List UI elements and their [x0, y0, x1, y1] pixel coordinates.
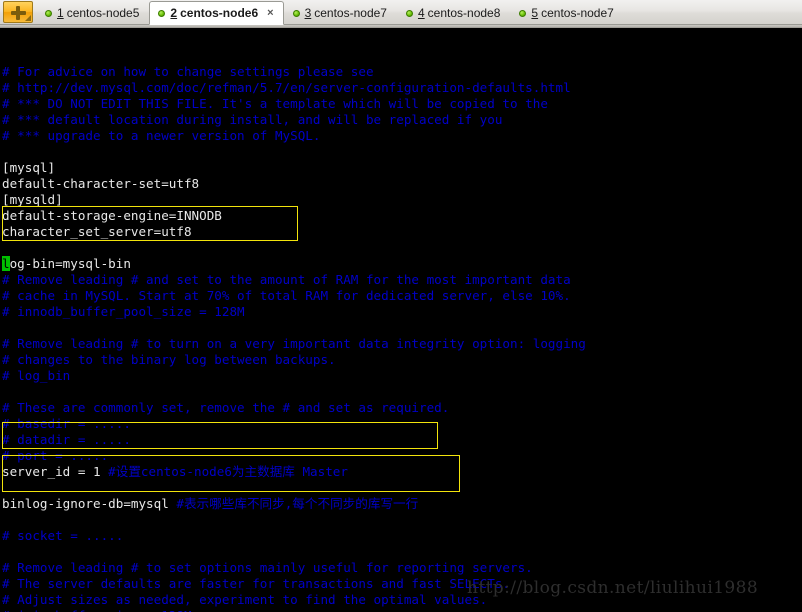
config-text: [mysqld] [2, 192, 63, 207]
terminal-line: # cache in MySQL. Start at 70% of total … [2, 288, 802, 304]
connection-status-dot-icon [292, 9, 300, 17]
tab-centos-node7-3[interactable]: 3 centos-node7 [284, 1, 397, 24]
comment-text: # datadir = ..... [2, 432, 131, 447]
config-text: default-character-set=utf8 [2, 176, 200, 191]
plus-icon-vertical [16, 6, 20, 20]
terminal-line: [mysql] [2, 160, 802, 176]
dropdown-corner-icon [25, 15, 31, 21]
terminal-line: # *** default location during install, a… [2, 112, 802, 128]
comment-text: # Adjust sizes as needed, experiment to … [2, 592, 488, 607]
comment-text: # join_buffer_size = 128M [2, 608, 192, 612]
terminal-line: # These are commonly set, remove the # a… [2, 400, 802, 416]
comment-text: # The server defaults are faster for tra… [2, 576, 510, 591]
terminal-screen[interactable]: # For advice on how to change settings p… [0, 30, 802, 612]
terminal-line: log-bin=mysql-bin [2, 256, 802, 272]
comment-text: # port = ..... [2, 448, 109, 463]
tab-label: centos-node6 [180, 6, 259, 20]
comment-text: #表示哪些库不同步,每个不同步的库写一行 [176, 496, 419, 511]
config-text: character_set_server=utf8 [2, 224, 192, 239]
comment-text: # *** DO NOT EDIT THIS FILE. It's a temp… [2, 96, 548, 111]
terminal-lines: # For advice on how to change settings p… [2, 64, 802, 612]
terminal-line: # log_bin [2, 368, 802, 384]
terminal-line: # port = ..... [2, 448, 802, 464]
terminal-line: # changes to the binary log between back… [2, 352, 802, 368]
config-text: og-bin=mysql-bin [9, 256, 131, 271]
comment-text: # http://dev.mysql.com/doc/refman/5.7/en… [2, 80, 571, 95]
tab-index: 1 [57, 6, 64, 20]
comment-text: #设置centos-node6为主数据库 Master [108, 464, 348, 479]
config-text: default-storage-engine=INNODB [2, 208, 222, 223]
comment-text: # socket = ..... [2, 528, 124, 543]
connection-status-dot-icon [45, 9, 52, 17]
comment-text: # innodb_buffer_pool_size = 128M [2, 304, 245, 319]
comment-text: # For advice on how to change settings p… [2, 64, 374, 79]
terminal-line: # Remove leading # to set options mainly… [2, 560, 802, 576]
watermark: http://blog.csdn.net/liulihui1988 [467, 578, 759, 598]
terminal-line: # Remove leading # to turn on a very imp… [2, 336, 802, 352]
tab-centos-node8-4[interactable]: 4 centos-node8 [397, 1, 510, 24]
comment-text: # Remove leading # and set to the amount… [2, 272, 571, 287]
connection-status-dot-icon [158, 9, 166, 17]
terminal-line: # basedir = ..... [2, 416, 802, 432]
connection-status-dot-icon [519, 9, 527, 17]
tab-centos-node7-5[interactable]: 5 centos-node7 [510, 1, 623, 24]
terminal-line: # socket = ..... [2, 528, 802, 544]
tab-label: centos-node7 [541, 6, 614, 20]
tab-centos-node6-2[interactable]: 2 centos-node6 × [149, 1, 284, 25]
terminal-line: # *** upgrade to a newer version of MySQ… [2, 128, 802, 144]
tab-label: centos-node8 [427, 6, 501, 20]
tab-centos-node5-1[interactable]: 1 centos-node5 [36, 1, 149, 24]
terminal-line: [mysqld] [2, 192, 802, 208]
terminal-line: character_set_server=utf8 [2, 224, 802, 240]
config-text: server_id = 1 [2, 464, 109, 479]
terminal-line: server_id = 1 #设置centos-node6为主数据库 Maste… [2, 464, 802, 480]
tab-index: 5 [531, 6, 539, 20]
comment-text: # *** upgrade to a newer version of MySQ… [2, 128, 321, 143]
terminal-line: default-character-set=utf8 [2, 176, 802, 192]
terminal-line: # innodb_buffer_pool_size = 128M [2, 304, 802, 320]
text-cursor: l [2, 256, 10, 271]
tab-index: 3 [304, 6, 312, 20]
comment-text: # basedir = ..... [2, 416, 131, 431]
terminal-line: binlog-ignore-db=mysql #表示哪些库不同步,每个不同步的库… [2, 496, 802, 512]
terminal-line: default-storage-engine=INNODB [2, 208, 802, 224]
comment-text: # changes to the binary log between back… [2, 352, 336, 367]
terminal-line: # For advice on how to change settings p… [2, 64, 802, 80]
tab-index: 4 [417, 6, 425, 20]
terminal-line: # *** DO NOT EDIT THIS FILE. It's a temp… [2, 96, 802, 112]
comment-text: # *** default location during install, a… [2, 112, 503, 127]
comment-text: # log_bin [2, 368, 71, 383]
terminal-line: # datadir = ..... [2, 432, 802, 448]
tab-index: 2 [170, 6, 178, 20]
session-tabs: 1 centos-node5 2 centos-node6 × 3 centos-node7… [36, 0, 624, 25]
terminal-line: # Remove leading # and set to the amount… [2, 272, 802, 288]
comment-text: # These are commonly set, remove the # a… [2, 400, 450, 415]
terminal-line: # join_buffer_size = 128M [2, 608, 802, 612]
new-tab-button[interactable] [3, 1, 33, 23]
config-text: binlog-ignore-db=mysql [2, 496, 177, 511]
comment-text: # cache in MySQL. Start at 70% of total … [2, 288, 571, 303]
config-text: [mysql] [2, 160, 56, 175]
tab-label: centos-node7 [314, 6, 387, 20]
close-icon[interactable]: × [267, 7, 273, 19]
terminal-line: # http://dev.mysql.com/doc/refman/5.7/en… [2, 80, 802, 96]
tab-label: centos-node5 [66, 6, 140, 20]
comment-text: # Remove leading # to set options mainly… [2, 560, 533, 575]
connection-status-dot-icon [405, 9, 413, 17]
terminal-panel[interactable]: # For advice on how to change settings p… [0, 30, 802, 612]
comment-text: # Remove leading # to turn on a very imp… [2, 336, 586, 351]
tab-bar: 1 centos-node5 2 centos-node6 × 3 centos-node7… [0, 0, 802, 25]
